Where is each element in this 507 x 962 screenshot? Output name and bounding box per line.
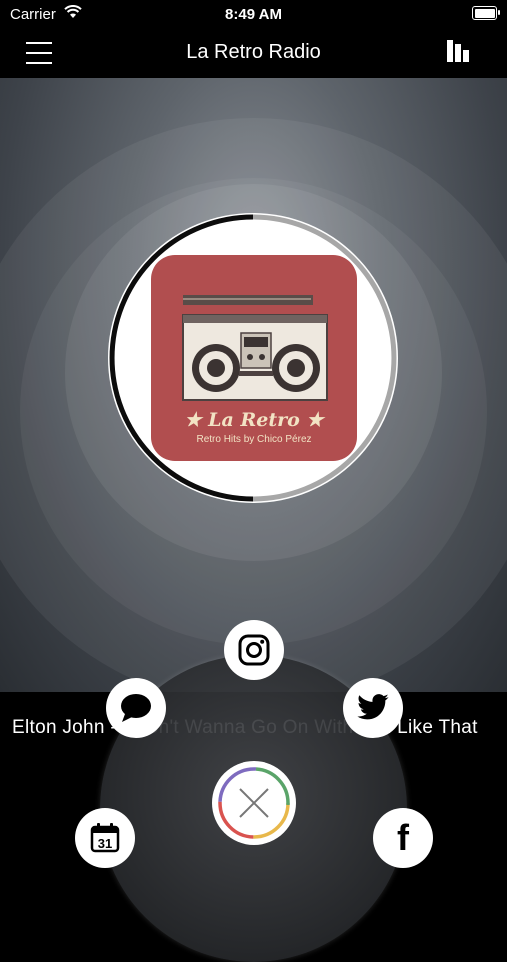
facebook-button[interactable]: f xyxy=(373,808,433,868)
instagram-icon xyxy=(238,634,270,666)
message-button[interactable] xyxy=(106,678,166,738)
twitter-button[interactable] xyxy=(343,678,403,738)
instagram-button[interactable] xyxy=(224,620,284,680)
calendar-day: 31 xyxy=(98,836,112,851)
clock: 8:49 AM xyxy=(225,6,282,23)
close-x-icon xyxy=(218,767,290,839)
battery-icon xyxy=(472,6,500,20)
chat-bubble-icon xyxy=(121,694,151,722)
logo-subtitle: Retro Hits by Chico Pérez xyxy=(196,434,312,445)
page-title: La Retro Radio xyxy=(186,41,321,63)
navigation-bar: La Retro Radio xyxy=(0,28,507,78)
close-share-menu-button[interactable] xyxy=(212,761,296,845)
calendar-button[interactable]: 31 xyxy=(75,808,135,868)
calendar-icon: 31 xyxy=(90,823,120,853)
station-logo: ★ La Retro ★ Retro Hits by Chico Pérez xyxy=(151,255,357,461)
twitter-bird-icon xyxy=(357,694,389,720)
boombox-icon xyxy=(182,295,328,401)
facebook-icon: f xyxy=(397,817,409,858)
player-background: ★ La Retro ★ Retro Hits by Chico Pérez xyxy=(0,78,507,692)
status-bar: Carrier 8:49 AM xyxy=(0,0,507,28)
equalizer-icon[interactable] xyxy=(447,36,473,62)
logo-title: ★ La Retro ★ xyxy=(184,409,324,431)
